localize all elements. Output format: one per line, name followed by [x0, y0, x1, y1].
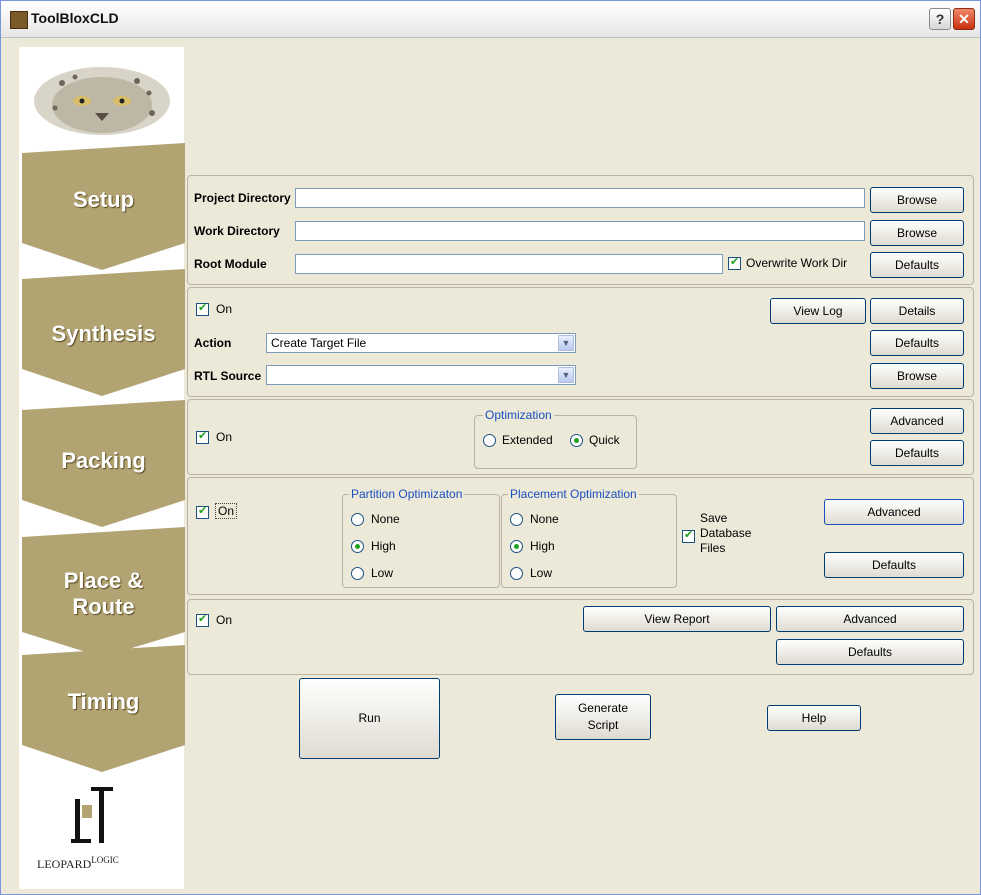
partition-low-radio[interactable] — [351, 567, 364, 580]
sidebar: Setup Synthesis Packing Place & Route Ti… — [19, 47, 185, 889]
place-route-advanced-button[interactable]: Advanced — [824, 499, 964, 525]
chevron-down-icon[interactable]: ▼ — [558, 367, 574, 383]
packing-on-label: On — [216, 430, 233, 444]
action-select[interactable]: Create Target File ▼ — [266, 333, 576, 353]
rtl-source-label: RTL Source — [194, 369, 262, 383]
synthesis-browse-button[interactable]: Browse — [870, 363, 964, 389]
logo-text: LEOPARDLOGIC — [37, 855, 119, 872]
placement-high-radio[interactable] — [510, 540, 523, 553]
tab-setup-label: Setup — [72, 187, 135, 212]
extended-radio-label: Extended — [502, 433, 553, 447]
root-module-input[interactable] — [295, 254, 723, 274]
tab-packing[interactable]: Packing — [22, 400, 185, 527]
timing-advanced-button[interactable]: Advanced — [776, 606, 964, 632]
logo-text-super: LOGIC — [91, 855, 119, 865]
close-button[interactable]: ✕ — [953, 8, 975, 30]
placement-low-radio[interactable] — [510, 567, 523, 580]
place-route-on-label: On — [215, 503, 238, 519]
action-label: Action — [194, 336, 232, 350]
window-title: ToolBloxCLD — [31, 10, 119, 26]
timing-defaults-button[interactable]: Defaults — [776, 639, 964, 665]
timing-on-checkbox[interactable] — [196, 612, 209, 627]
partition-high-label: High — [371, 539, 396, 553]
timing-on-label: On — [216, 613, 233, 627]
placement-none-label: None — [530, 512, 559, 526]
tab-synthesis[interactable]: Synthesis — [22, 269, 185, 396]
work-directory-label: Work Directory — [194, 224, 280, 238]
setup-defaults-button[interactable]: Defaults — [870, 252, 964, 278]
quick-radio[interactable] — [570, 434, 583, 447]
application-window: ToolBloxCLD ? ✕ Setup Synthesis Packing … — [0, 0, 981, 895]
place-route-panel: On Partition Optimizaton None High Low P… — [187, 477, 974, 595]
work-directory-input[interactable] — [295, 221, 865, 241]
title-bar: ToolBloxCLD ? ✕ — [1, 1, 980, 38]
partition-none-label: None — [371, 512, 400, 526]
leopard-logic-logo — [71, 787, 113, 843]
packing-advanced-button[interactable]: Advanced — [870, 408, 964, 434]
optimization-group-title: Optimization — [483, 408, 554, 422]
tab-synthesis-label: Synthesis — [51, 321, 156, 346]
chevron-down-icon[interactable]: ▼ — [558, 335, 574, 351]
help-title-button[interactable]: ? — [929, 8, 951, 30]
timing-panel: On View Report Advanced Defaults — [187, 599, 974, 675]
tab-setup[interactable]: Setup — [22, 143, 185, 270]
packing-defaults-button[interactable]: Defaults — [870, 440, 964, 466]
view-log-button[interactable]: View Log — [770, 298, 866, 324]
synthesis-on-checkbox[interactable] — [196, 301, 209, 316]
tab-place-route-label: Place & Route — [63, 568, 144, 619]
project-browse-button[interactable]: Browse — [870, 187, 964, 213]
synthesis-panel: On View Log Details Action Create Target… — [187, 287, 974, 397]
placement-low-label: Low — [530, 566, 553, 580]
packing-on-checkbox[interactable] — [196, 429, 209, 444]
quick-radio-label: Quick — [589, 433, 620, 447]
logo-text-main: LEOPARD — [37, 857, 92, 871]
setup-panel: Project Directory Browse Work Directory … — [187, 175, 974, 285]
save-database-files-label: Save Database Files — [700, 511, 752, 555]
tab-timing[interactable]: Timing — [22, 645, 185, 772]
run-button[interactable]: Run — [299, 678, 440, 759]
packing-optimization-group: Optimization Extended Quick — [474, 408, 637, 469]
overwrite-work-dir-checkbox[interactable] — [728, 255, 741, 270]
synthesis-defaults-button[interactable]: Defaults — [870, 330, 964, 356]
overwrite-work-dir-label: Overwrite Work Dir — [746, 256, 848, 270]
place-route-defaults-button[interactable]: Defaults — [824, 552, 964, 578]
tab-timing-label: Timing — [67, 689, 140, 714]
partition-high-radio[interactable] — [351, 540, 364, 553]
root-module-label: Root Module — [194, 257, 267, 271]
partition-group-title: Partition Optimizaton — [349, 487, 465, 501]
placement-none-radio[interactable] — [510, 513, 523, 526]
help-button[interactable]: Help — [767, 705, 861, 731]
app-icon — [10, 11, 28, 29]
synthesis-on-label: On — [216, 302, 233, 316]
partition-low-label: Low — [371, 566, 394, 580]
action-select-value: Create Target File — [271, 336, 367, 350]
partition-optimization-group: Partition Optimizaton None High Low — [342, 487, 500, 588]
project-directory-input[interactable] — [295, 188, 865, 208]
extended-radio[interactable] — [483, 434, 496, 447]
save-database-files-checkbox[interactable] — [682, 528, 695, 543]
packing-panel: On Optimization Extended Quick Advanced … — [187, 399, 974, 475]
partition-none-radio[interactable] — [351, 513, 364, 526]
rtl-source-select[interactable]: ▼ — [266, 365, 576, 385]
synthesis-details-button[interactable]: Details — [870, 298, 964, 324]
place-route-on-checkbox[interactable] — [196, 504, 209, 519]
view-report-button[interactable]: View Report — [583, 606, 771, 632]
tab-packing-label: Packing — [61, 448, 146, 473]
placement-high-label: High — [530, 539, 555, 553]
leopard-logo-image — [27, 53, 177, 141]
placement-optimization-group: Placement Optimization None High Low — [501, 487, 677, 588]
generate-script-button[interactable]: Generate Script — [555, 694, 651, 740]
project-directory-label: Project Directory — [194, 191, 291, 205]
work-browse-button[interactable]: Browse — [870, 220, 964, 246]
tab-place-route[interactable]: Place & Route — [22, 527, 185, 657]
placement-group-title: Placement Optimization — [508, 487, 639, 501]
